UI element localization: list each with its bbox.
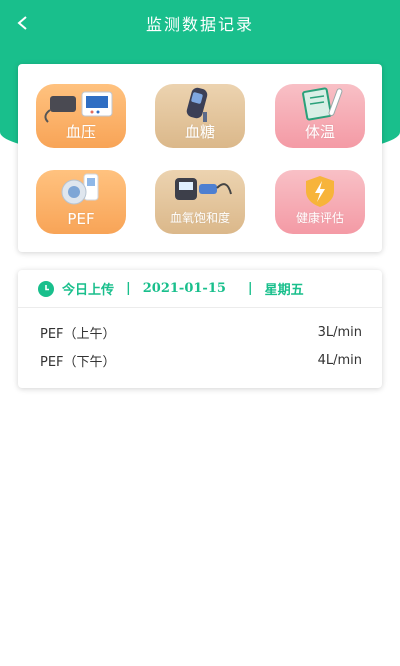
list-item[interactable]: PEF（下午） 4L/min <box>40 350 362 370</box>
record-value: 4L/min <box>317 352 362 368</box>
chevron-left-icon <box>17 16 27 30</box>
today-label: 今日上传 <box>62 283 115 298</box>
tile-label: 血糖 <box>184 123 215 141</box>
measurement-grid: 血压 血糖 体温 PEF 血氧饱和度 健康评估 <box>18 64 382 252</box>
list-item[interactable]: PEF（上午） 3L/min <box>40 322 362 342</box>
back-button[interactable] <box>10 10 36 36</box>
record-value: 3L/min <box>317 324 362 340</box>
tile-label: 体温 <box>304 123 335 141</box>
record-name: PEF（上午） <box>40 326 116 342</box>
tile-oxygen-saturation[interactable]: 血氧饱和度 <box>155 170 245 234</box>
tile-label: PEF <box>67 210 95 228</box>
app-header: 监测数据记录 <box>0 0 400 46</box>
tile-pef[interactable]: PEF <box>36 170 126 234</box>
tile-blood-sugar[interactable]: 血糖 <box>155 84 245 148</box>
record-date: 2021-01-15 <box>142 281 226 296</box>
tile-label: 健康评估 <box>295 211 344 225</box>
record-weekday: 星期五 <box>264 283 304 298</box>
tile-health-assessment[interactable]: 健康评估 <box>275 170 365 234</box>
tile-label: 血压 <box>65 123 96 141</box>
tile-blood-pressure[interactable]: 血压 <box>36 84 126 148</box>
clock-icon <box>38 280 54 297</box>
record-header: 今日上传 | 2021-01-15 | 星期五 <box>18 270 382 308</box>
divider: | <box>247 281 253 296</box>
record-card: 今日上传 | 2021-01-15 | 星期五 PEF（上午） 3L/min P… <box>18 270 382 388</box>
divider: | <box>126 281 131 296</box>
tile-label: 血氧饱和度 <box>169 211 230 225</box>
tile-temperature[interactable]: 体温 <box>275 84 365 148</box>
record-name: PEF（下午） <box>40 354 116 370</box>
page-title: 监测数据记录 <box>145 15 254 34</box>
